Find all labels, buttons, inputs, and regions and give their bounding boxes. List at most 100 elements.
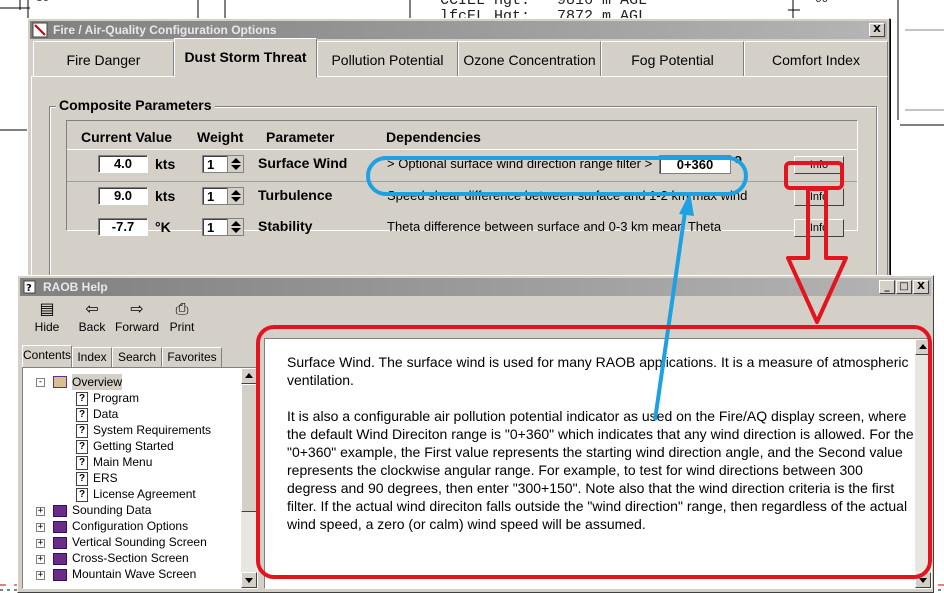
help-paragraph: Surface Wind. The surface wind is used f…: [287, 354, 909, 388]
tree-item-program[interactable]: Program: [93, 390, 139, 406]
tree-item-getting-started[interactable]: Getting Started: [93, 438, 174, 454]
weight-value: 1: [207, 189, 215, 204]
tree-item-mountain-wave-screen[interactable]: Mountain Wave Screen: [72, 566, 196, 582]
dependency-text: Speed shear difference between surface a…: [387, 188, 748, 203]
tab-comfort-index[interactable]: Comfort Index: [744, 41, 888, 77]
scroll-down-icon: [919, 578, 927, 583]
print-button[interactable]: ⎙ Print: [157, 298, 207, 338]
expand-icon[interactable]: +: [36, 507, 45, 516]
expand-icon[interactable]: +: [36, 523, 45, 532]
info-button[interactable]: Info: [794, 219, 844, 237]
row-content: -7.7 °K 1 Stability Theta difference bet…: [67, 213, 857, 245]
tab-favorites[interactable]: Favorites: [162, 347, 222, 367]
weight-spinner[interactable]: 1: [202, 155, 244, 173]
tree-scrollbar[interactable]: [241, 368, 257, 588]
collapse-icon[interactable]: -: [36, 378, 45, 387]
tree-item-vertical-sounding-screen[interactable]: Vertical Sounding Screen: [72, 534, 207, 550]
open-book-icon: [53, 376, 67, 388]
back-arrow-icon: ⇦: [85, 299, 99, 318]
scroll-down-icon: [245, 578, 253, 583]
help-page-icon: ?: [76, 424, 88, 438]
help-titlebar[interactable]: ? RAOB Help _ □ X: [20, 278, 931, 296]
param-row-surface-wind: 4.0 kts 1 Surface Wind > Optional surfac…: [67, 149, 857, 181]
header-dependencies: Dependencies: [386, 129, 481, 145]
tree-item-configuration-options[interactable]: Configuration Options: [72, 518, 188, 534]
spinner-buttons[interactable]: [227, 188, 243, 204]
tab-ozone-concentration[interactable]: Ozone Concentration: [458, 41, 601, 77]
tree-item-data[interactable]: Data: [93, 406, 118, 422]
back-button[interactable]: ⇦ Back: [67, 298, 117, 338]
weight-spinner[interactable]: 1: [202, 218, 244, 236]
tab-fire-danger[interactable]: Fire Danger: [33, 41, 174, 77]
tab-dust-storm-threat[interactable]: Dust Storm Threat: [174, 38, 317, 78]
tree-item-license-agreement[interactable]: License Agreement: [93, 486, 196, 502]
tab-index[interactable]: Index: [72, 347, 112, 367]
printer-icon: ⎙: [175, 299, 189, 318]
unit-label: kts: [155, 188, 176, 204]
expand-icon[interactable]: +: [36, 539, 45, 548]
scroll-up-button[interactable]: [915, 339, 931, 355]
maximize-button[interactable]: □: [896, 280, 912, 294]
spin-up-icon[interactable]: [231, 221, 241, 226]
dialog-title: Fire / Air-Quality Configuration Options: [53, 23, 277, 37]
content-scrollbar[interactable]: [915, 339, 931, 588]
tree-item-ers[interactable]: ERS: [93, 470, 118, 486]
tab-search[interactable]: Search: [112, 347, 162, 367]
info-button[interactable]: Info: [794, 188, 844, 206]
parameter-name: Stability: [258, 218, 313, 234]
degree-symbol: o: [734, 151, 742, 166]
tree-item-system-requirements[interactable]: System Requirements: [93, 422, 211, 438]
info-button[interactable]: Info: [794, 156, 844, 174]
group-label: Composite Parameters: [56, 97, 215, 113]
dialog-titlebar[interactable]: Fire / Air-Quality Configuration Options…: [30, 21, 887, 39]
tree-item-cross-section-screen[interactable]: Cross-Section Screen: [72, 550, 189, 566]
expand-icon[interactable]: +: [36, 555, 45, 564]
parameters-table: Current Value Weight Parameter Dependenc…: [66, 120, 858, 237]
help-paragraph: It is also a configurable air pollution …: [287, 408, 914, 532]
expand-icon[interactable]: +: [36, 571, 45, 580]
print-label: Print: [169, 320, 195, 334]
weight-spinner[interactable]: 1: [202, 187, 244, 205]
forward-button[interactable]: ⇨ Forward: [112, 298, 162, 338]
tab-pollution-potential[interactable]: Pollution Potential: [317, 41, 458, 77]
scroll-up-button[interactable]: [241, 368, 257, 384]
help-page-icon: ?: [76, 440, 88, 454]
spin-down-icon[interactable]: [231, 165, 241, 170]
tab-contents[interactable]: Contents: [22, 345, 72, 367]
chart-axis-label: 60: [815, 0, 829, 6]
current-value-field[interactable]: -7.7: [98, 218, 148, 236]
spin-down-icon[interactable]: [231, 228, 241, 233]
close-button[interactable]: X: [869, 23, 885, 37]
tree-item-main-menu[interactable]: Main Menu: [93, 454, 152, 470]
scroll-down-button[interactable]: [915, 572, 931, 588]
parameter-name: Surface Wind: [258, 155, 348, 171]
help-topic-text: Surface Wind. The surface wind is used f…: [287, 353, 915, 551]
minimize-button[interactable]: _: [879, 280, 895, 294]
spinner-buttons[interactable]: [227, 156, 243, 172]
tree-item-sounding-data[interactable]: Sounding Data: [72, 502, 151, 518]
wind-direction-filter-input[interactable]: 0+360: [659, 155, 731, 174]
chart-axis-label: 80: [36, 0, 49, 5]
scroll-down-button[interactable]: [241, 572, 257, 588]
book-icon: [53, 569, 67, 581]
hide-icon: ▤: [39, 299, 55, 318]
dependency-text: > Optional surface wind direction range …: [387, 156, 653, 171]
contents-tree: - Overview ? Program ? Data ? System Req…: [22, 367, 258, 589]
parameter-name: Turbulence: [258, 187, 333, 203]
current-value-field[interactable]: 9.0: [98, 187, 148, 205]
spin-down-icon[interactable]: [231, 197, 241, 202]
spin-up-icon[interactable]: [231, 190, 241, 195]
spin-up-icon[interactable]: [231, 158, 241, 163]
spinner-buttons[interactable]: [227, 219, 243, 235]
scroll-thumb[interactable]: [241, 384, 257, 512]
tree-item-overview[interactable]: Overview: [72, 374, 123, 390]
help-book-icon: ?: [23, 280, 36, 294]
weight-value: 1: [207, 157, 215, 172]
param-row-turbulence: 9.0 kts 1 Turbulence Speed shear differe…: [67, 181, 857, 213]
tab-fog-potential[interactable]: Fog Potential: [601, 41, 744, 77]
close-button[interactable]: X: [913, 280, 929, 294]
composite-parameters-group: Composite Parameters Current Value Weigh…: [49, 97, 877, 276]
help-page-icon: ?: [76, 472, 88, 486]
hide-button[interactable]: ▤ Hide: [22, 298, 72, 338]
current-value-field[interactable]: 4.0: [98, 155, 148, 173]
